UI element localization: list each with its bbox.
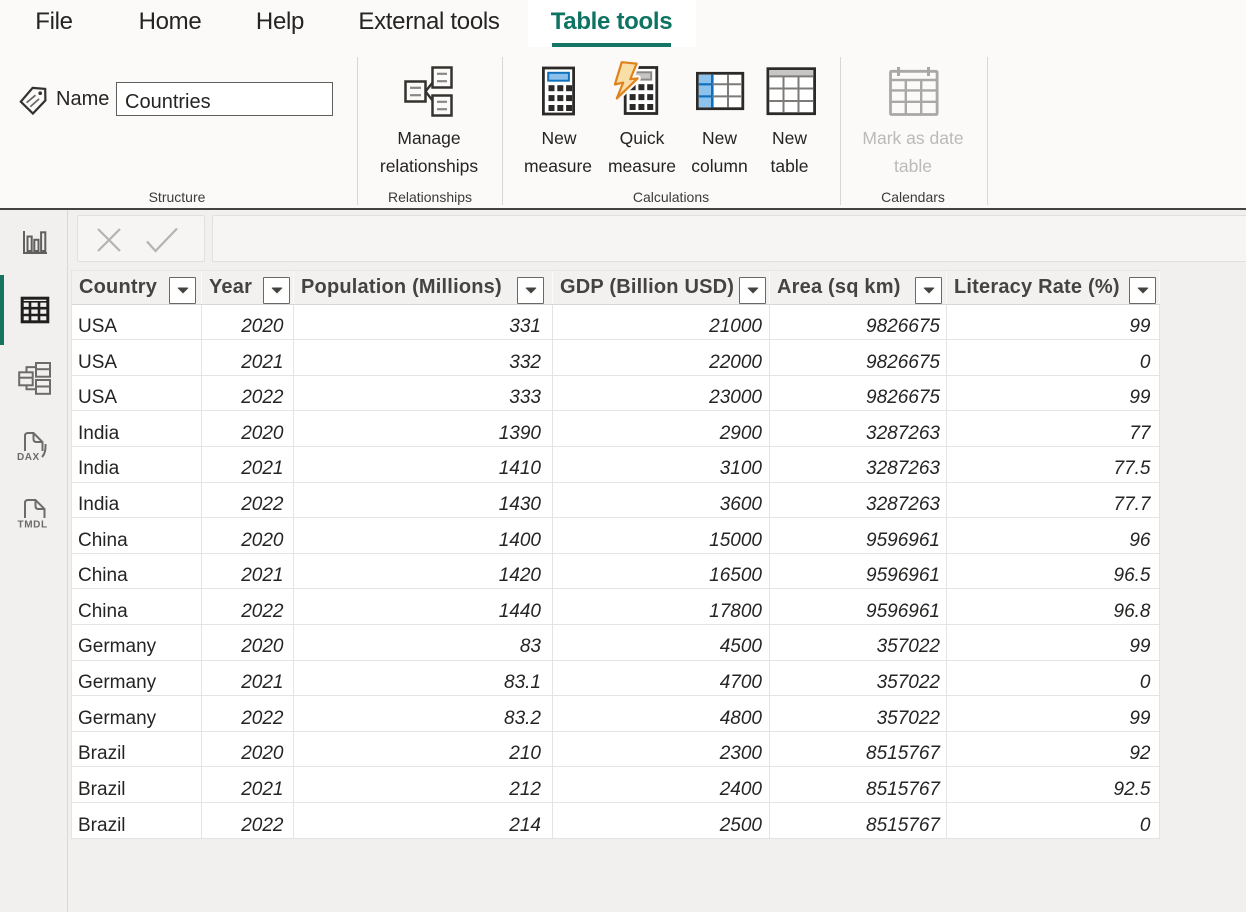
- svg-text:DAX: DAX: [17, 452, 40, 463]
- svg-text:TMDL: TMDL: [18, 520, 48, 531]
